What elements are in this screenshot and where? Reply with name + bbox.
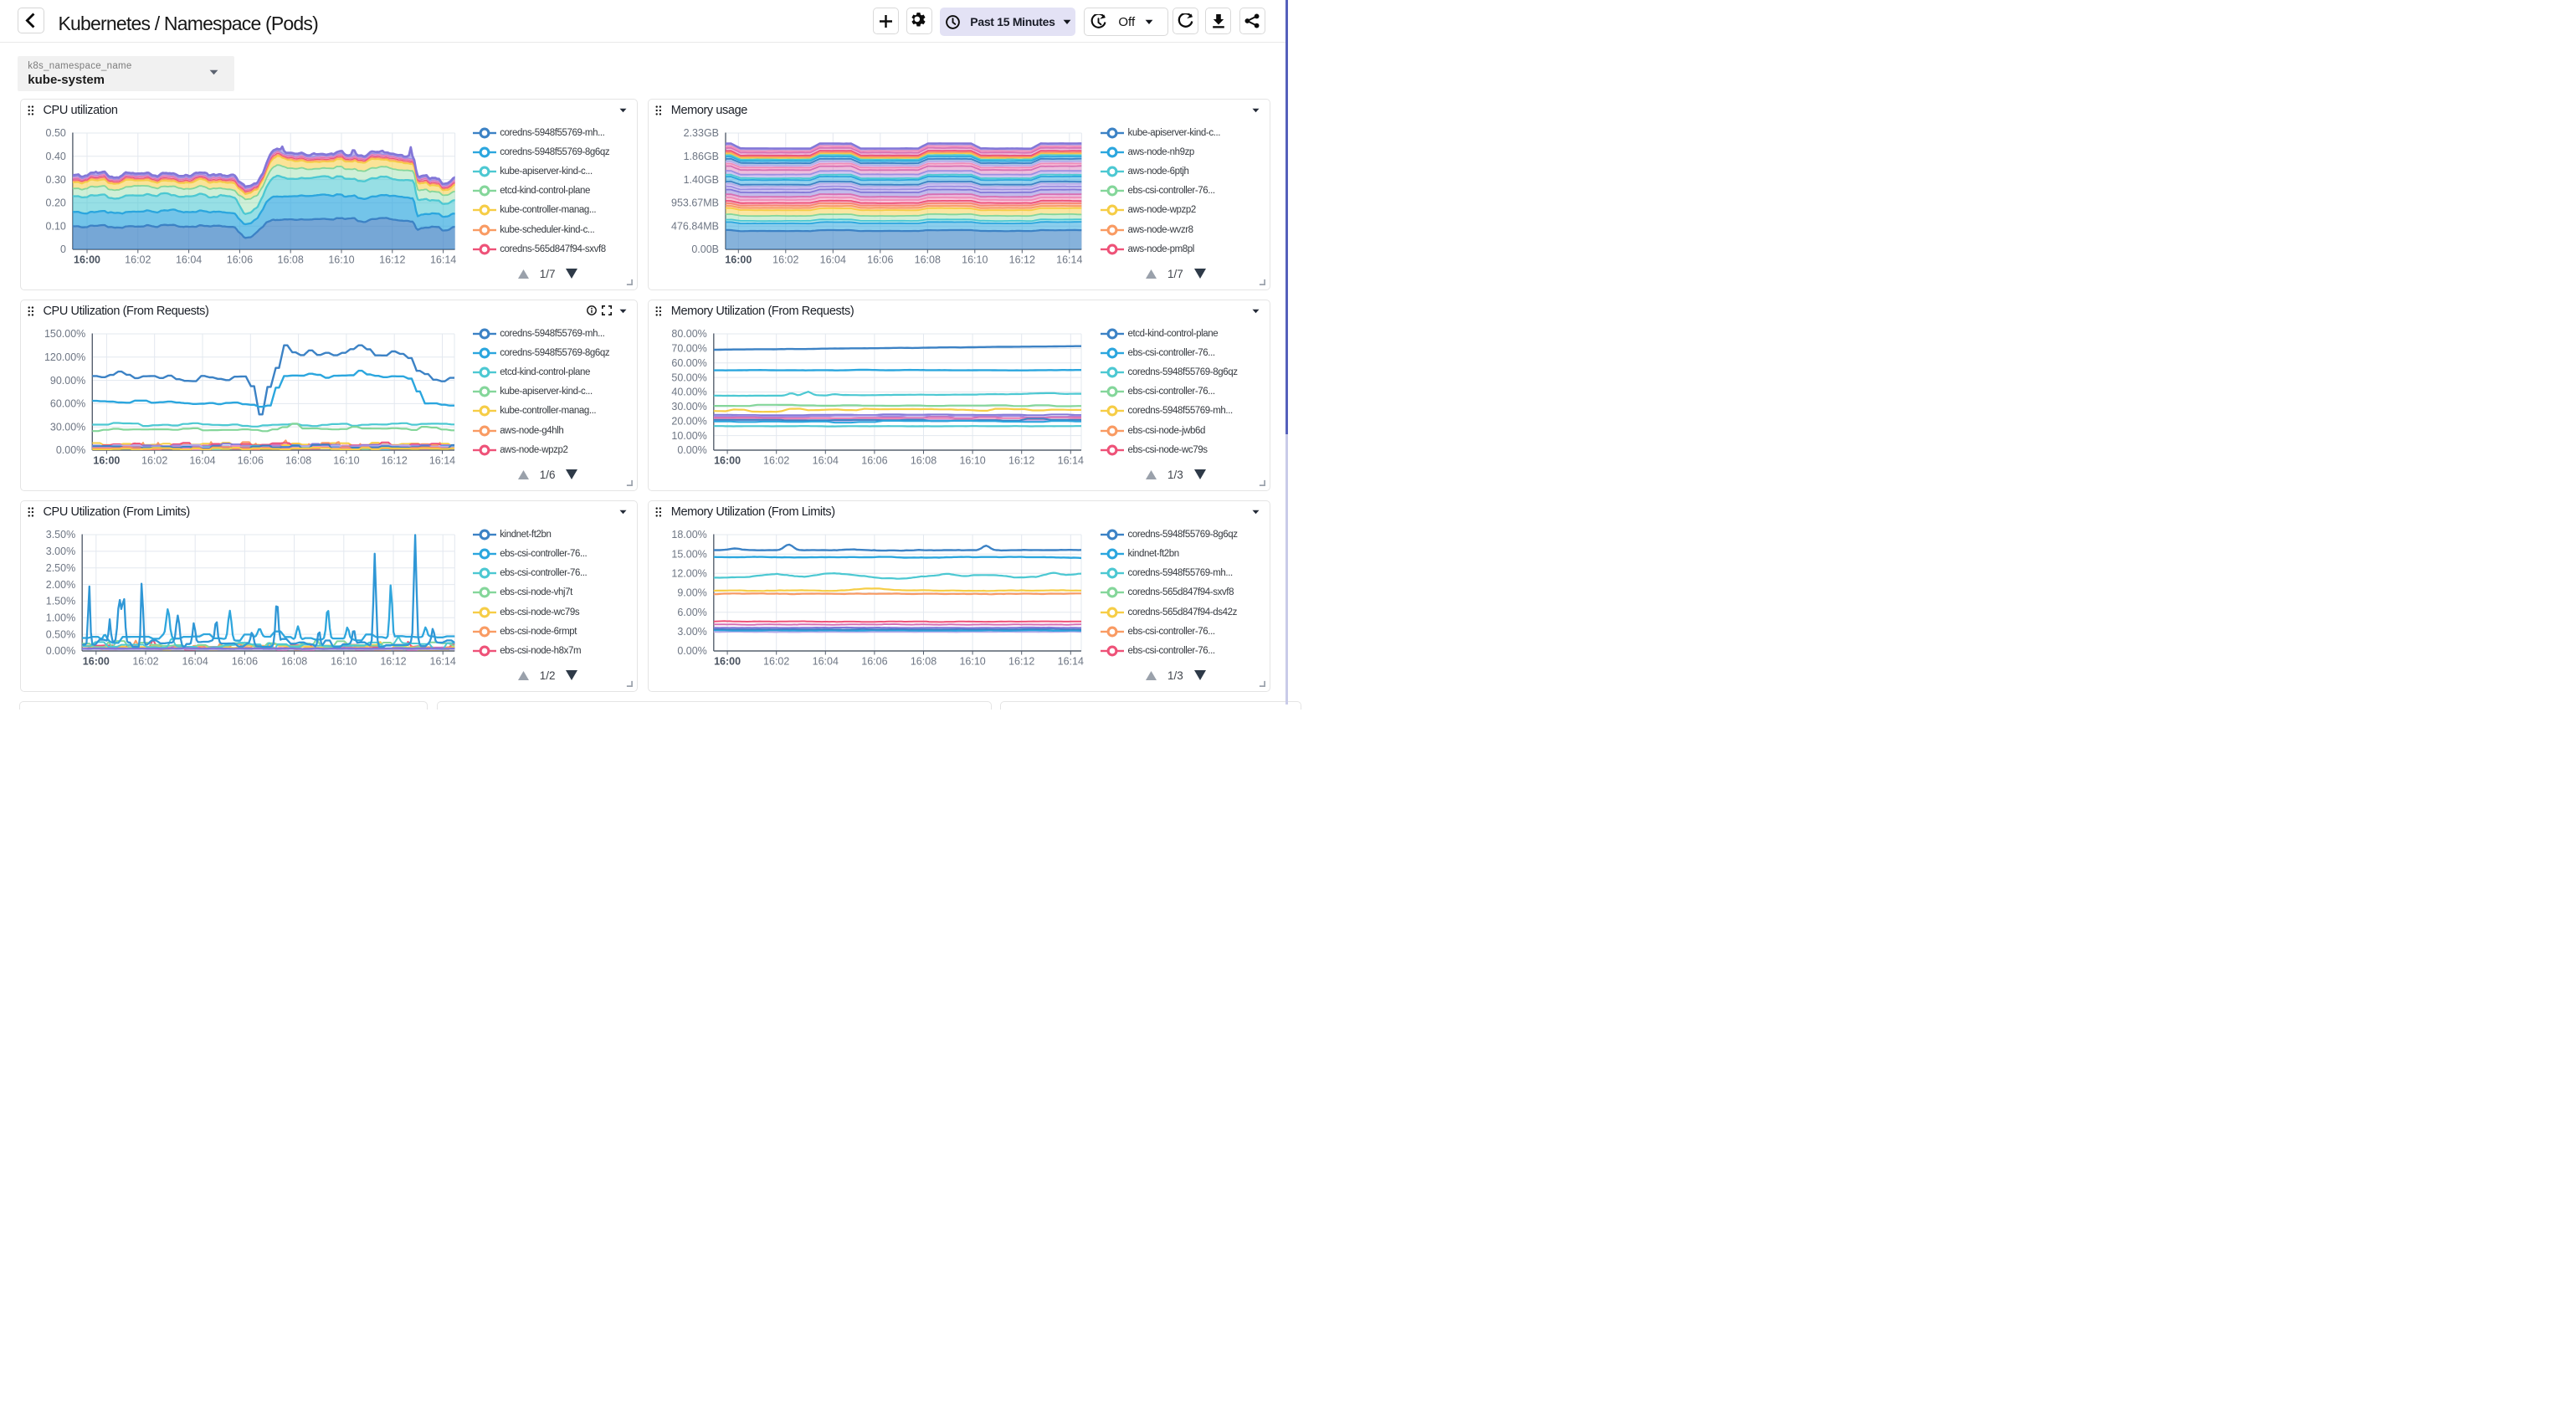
svg-text:16:14: 16:14 [1058, 655, 1084, 667]
svg-text:60.00%: 60.00% [671, 356, 706, 368]
svg-text:16:08: 16:08 [911, 454, 936, 466]
svg-text:16:06: 16:06 [226, 254, 252, 265]
svg-text:30.00%: 30.00% [50, 421, 85, 433]
svg-text:16:02: 16:02 [132, 655, 158, 667]
svg-text:0.10: 0.10 [45, 220, 65, 232]
svg-text:70.00%: 70.00% [671, 342, 706, 354]
svg-text:9.00%: 9.00% [677, 587, 706, 598]
svg-text:30.00%: 30.00% [671, 401, 706, 412]
svg-text:16:06: 16:06 [861, 454, 887, 466]
svg-text:16:08: 16:08 [285, 454, 311, 466]
svg-text:16:12: 16:12 [380, 655, 406, 667]
svg-text:6.00%: 6.00% [677, 607, 706, 618]
svg-text:16:10: 16:10 [959, 655, 985, 667]
svg-text:16:02: 16:02 [763, 655, 789, 667]
svg-text:16:04: 16:04 [813, 655, 839, 667]
svg-text:0.40: 0.40 [45, 151, 65, 162]
svg-text:2.00%: 2.00% [45, 578, 74, 590]
svg-text:16:06: 16:06 [237, 454, 263, 466]
svg-text:16:10: 16:10 [328, 254, 354, 265]
svg-text:15.00%: 15.00% [671, 548, 706, 560]
svg-text:16:12: 16:12 [381, 454, 407, 466]
svg-text:16:14: 16:14 [1058, 454, 1084, 466]
svg-text:3.50%: 3.50% [45, 529, 74, 541]
svg-text:16:12: 16:12 [1009, 254, 1035, 265]
svg-text:40.00%: 40.00% [671, 386, 706, 397]
svg-text:16:00: 16:00 [82, 655, 109, 667]
svg-text:16:10: 16:10 [333, 454, 359, 466]
svg-text:120.00%: 120.00% [44, 351, 85, 363]
svg-text:16:04: 16:04 [182, 655, 208, 667]
svg-text:476.84MB: 476.84MB [671, 220, 719, 232]
svg-text:16:04: 16:04 [820, 254, 846, 265]
svg-text:16:02: 16:02 [763, 454, 789, 466]
svg-text:1.86GB: 1.86GB [684, 151, 719, 162]
svg-text:20.00%: 20.00% [671, 415, 706, 427]
svg-text:16:00: 16:00 [714, 454, 741, 466]
svg-text:12.00%: 12.00% [671, 567, 706, 579]
svg-text:16:10: 16:10 [331, 655, 357, 667]
svg-text:16:00: 16:00 [74, 254, 100, 265]
svg-text:16:12: 16:12 [1008, 454, 1034, 466]
svg-text:16:04: 16:04 [189, 454, 215, 466]
svg-text:3.00%: 3.00% [677, 626, 706, 638]
svg-text:16:00: 16:00 [93, 454, 120, 466]
svg-text:0.00%: 0.00% [677, 645, 706, 657]
svg-text:16:08: 16:08 [915, 254, 941, 265]
svg-text:1.00%: 1.00% [45, 612, 74, 623]
svg-text:16:14: 16:14 [1056, 254, 1082, 265]
svg-text:16:02: 16:02 [125, 254, 151, 265]
svg-text:2.33GB: 2.33GB [684, 127, 719, 139]
svg-text:60.00%: 60.00% [50, 397, 85, 409]
svg-text:80.00%: 80.00% [671, 328, 706, 340]
svg-text:16:08: 16:08 [277, 254, 303, 265]
svg-text:16:00: 16:00 [725, 254, 752, 265]
svg-text:16:02: 16:02 [141, 454, 167, 466]
svg-text:0.00B: 0.00B [691, 243, 719, 255]
svg-text:16:10: 16:10 [959, 454, 985, 466]
svg-text:16:12: 16:12 [379, 254, 405, 265]
svg-text:16:06: 16:06 [867, 254, 893, 265]
svg-text:16:04: 16:04 [813, 454, 839, 466]
svg-text:0.00%: 0.00% [677, 444, 706, 456]
svg-text:0.20: 0.20 [45, 197, 65, 208]
svg-text:18.00%: 18.00% [671, 529, 706, 541]
svg-text:1.50%: 1.50% [45, 595, 74, 607]
svg-text:16:12: 16:12 [1008, 655, 1034, 667]
svg-text:0.50: 0.50 [45, 127, 65, 139]
svg-text:16:08: 16:08 [911, 655, 936, 667]
svg-text:0: 0 [60, 243, 66, 255]
svg-text:16:10: 16:10 [962, 254, 988, 265]
svg-text:16:04: 16:04 [176, 254, 202, 265]
svg-text:0.30: 0.30 [45, 173, 65, 185]
svg-text:953.67MB: 953.67MB [671, 197, 719, 208]
svg-text:16:14: 16:14 [430, 254, 456, 265]
svg-text:0.50%: 0.50% [45, 628, 74, 640]
svg-text:0.00%: 0.00% [45, 645, 74, 657]
svg-text:50.00%: 50.00% [671, 371, 706, 383]
svg-text:3.00%: 3.00% [45, 546, 74, 557]
svg-text:16:08: 16:08 [281, 655, 307, 667]
svg-text:90.00%: 90.00% [50, 374, 85, 386]
svg-text:0.00%: 0.00% [56, 444, 85, 456]
svg-text:16:06: 16:06 [861, 655, 887, 667]
svg-text:16:06: 16:06 [231, 655, 257, 667]
svg-text:150.00%: 150.00% [44, 328, 85, 340]
svg-text:16:14: 16:14 [429, 454, 455, 466]
svg-text:2.50%: 2.50% [45, 562, 74, 574]
svg-text:10.00%: 10.00% [671, 429, 706, 441]
svg-text:1.40GB: 1.40GB [684, 173, 719, 185]
svg-text:16:00: 16:00 [714, 655, 741, 667]
svg-text:16:14: 16:14 [429, 655, 455, 667]
svg-text:16:02: 16:02 [772, 254, 798, 265]
